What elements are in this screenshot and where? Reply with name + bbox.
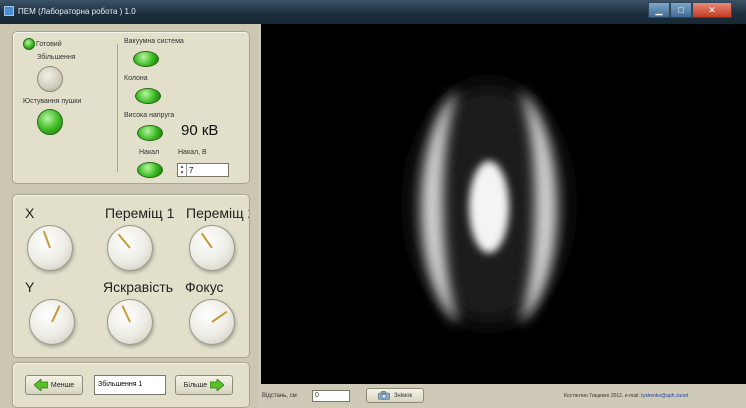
window-title: ПЕМ (Лабораторна робота ) 1.0 — [18, 7, 136, 16]
filament-voltage-label: Накал, В — [178, 149, 207, 156]
voltage-readout: 90 кВ — [181, 122, 219, 139]
filament-voltage-value: 7 — [189, 165, 194, 175]
zoom-indicator[interactable] — [37, 66, 63, 92]
filament-voltage-stepper[interactable]: ▲ ▼ 7 — [177, 163, 229, 177]
vacuum-label: Вакуумна система — [124, 38, 184, 45]
knob-pointer — [121, 305, 131, 323]
knob-label-move2: Переміщ 2 — [186, 205, 249, 221]
control-sidebar: Готовий Збільшення Юстування пушки Вакуу… — [0, 24, 258, 408]
knob-pointer — [211, 310, 228, 323]
knob-move1[interactable] — [107, 225, 153, 271]
column-label: Колона — [124, 75, 148, 82]
filament-label: Накал — [139, 149, 160, 156]
less-button[interactable]: Менше — [25, 375, 83, 395]
camera-icon — [378, 391, 390, 400]
status-panel: Готовий Збільшення Юстування пушки Вакуу… — [12, 31, 250, 184]
more-label: Більше — [183, 381, 208, 389]
knob-move2[interactable] — [189, 225, 235, 271]
knob-pointer — [117, 233, 131, 249]
window-controls: ▁ □ ✕ — [648, 2, 732, 18]
high-voltage-label: Висока напруга — [124, 112, 175, 119]
snapshot-label: Знімок — [393, 392, 413, 399]
knob-focus[interactable] — [189, 299, 235, 345]
knob-pointer — [42, 230, 51, 249]
credits-text: Костянтин Тищенко 2012. e-mail: tyshenko… — [564, 393, 688, 399]
email-link[interactable]: tyshenko@aph.zunet — [641, 393, 688, 399]
diffraction-image — [261, 24, 746, 384]
distance-input[interactable]: 0 — [312, 390, 350, 402]
knob-brightness[interactable] — [107, 299, 153, 345]
title-bar: ПЕМ (Лабораторна робота ) 1.0 ▁ □ ✕ — [0, 0, 746, 24]
ready-label: Готовий — [36, 41, 62, 48]
knob-label-focus: Фокус — [185, 279, 224, 295]
knob-label-brightness: Яскравість — [103, 279, 174, 295]
maximize-button[interactable]: □ — [670, 2, 692, 18]
knob-pointer — [51, 305, 61, 323]
arrow-left-icon — [33, 379, 48, 391]
knob-label-move1: Переміщ 1 — [105, 205, 175, 221]
knob-y[interactable] — [29, 299, 75, 345]
status-bar: Відстань, см 0 Знімок Костянтин Тищенко … — [258, 384, 746, 408]
more-button[interactable]: Більше — [175, 375, 233, 395]
column-indicator[interactable] — [135, 88, 161, 104]
zoom-level-field[interactable]: Збільшення 1 — [94, 375, 166, 395]
minimize-button[interactable]: ▁ — [648, 2, 670, 18]
filament-indicator[interactable] — [137, 162, 163, 178]
arrow-right-icon — [210, 379, 225, 391]
zoom-label: Збільшення — [37, 54, 76, 61]
zoom-nav-panel: Менше Збільшення 1 Більше — [12, 362, 250, 408]
snapshot-button[interactable]: Знімок — [366, 388, 424, 403]
knob-x[interactable] — [27, 225, 73, 271]
knob-label-y: Y — [25, 279, 35, 295]
knob-pointer — [200, 232, 213, 249]
gun-alignment-label: Юстування пушки — [23, 98, 82, 105]
ready-indicator — [23, 38, 35, 50]
knob-panel: X Переміщ 1 Переміщ 2 Y Яскравість Фокус — [12, 194, 250, 358]
high-voltage-indicator[interactable] — [137, 125, 163, 141]
vacuum-indicator[interactable] — [133, 51, 159, 67]
close-button[interactable]: ✕ — [692, 2, 732, 18]
knob-label-x: X — [25, 205, 35, 221]
stepper-arrows-icon[interactable]: ▲ ▼ — [178, 164, 187, 176]
less-label: Менше — [50, 381, 75, 389]
gun-alignment-indicator[interactable] — [37, 109, 63, 135]
distance-label: Відстань, см — [262, 393, 297, 399]
panel-divider — [117, 44, 118, 172]
credits-label: Костянтин Тищенко 2012. e-mail: — [564, 393, 640, 399]
microscope-image-view[interactable] — [261, 24, 746, 384]
app-icon — [4, 6, 14, 16]
